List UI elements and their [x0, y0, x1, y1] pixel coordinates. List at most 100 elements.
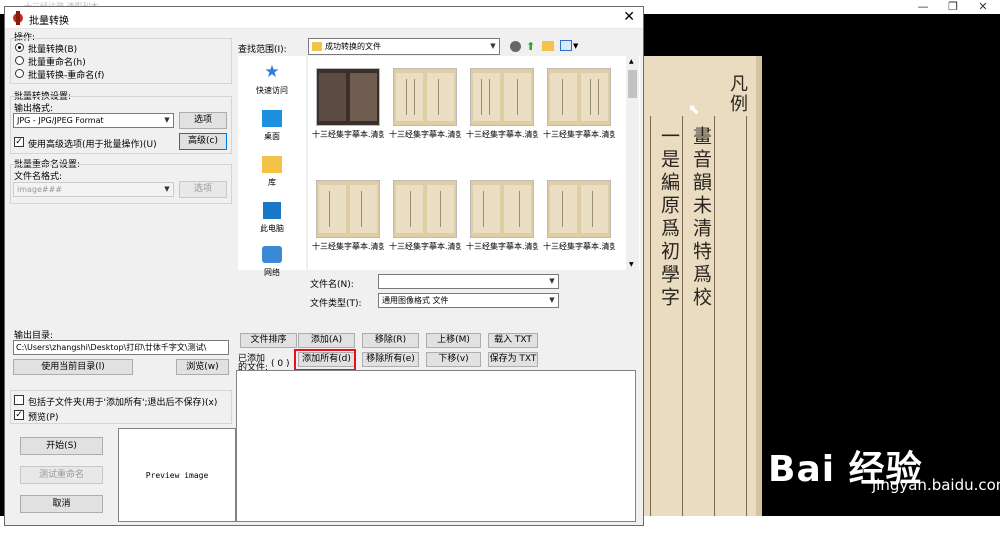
advanced-button[interactable]: 高级(c): [179, 133, 227, 150]
filename-pattern-select[interactable]: image### ▼: [13, 182, 174, 197]
dialog-titlebar[interactable]: 批量转换 ✕: [5, 7, 643, 29]
filename-input[interactable]: ▼: [378, 274, 559, 289]
radio-convert-rename-label[interactable]: 批量转换-重命名(f): [28, 68, 104, 81]
book-column-1: 一是編原爲初學字: [658, 126, 680, 310]
chevron-down-icon[interactable]: ▼: [573, 42, 578, 50]
watermark-url: jingyan.baidu.com: [872, 476, 1000, 494]
maximize-button[interactable]: ❐: [938, 0, 968, 13]
place-quick-access-label: 快速访问: [256, 86, 288, 95]
place-desktop[interactable]: 桌面: [238, 110, 306, 142]
new-folder-icon[interactable]: [542, 41, 554, 51]
load-txt-button[interactable]: 载入 TXT: [488, 333, 538, 348]
file-thumbnail[interactable]: 十三经集字摹本.清彭玉雯纂刊.万青...: [543, 180, 615, 252]
filename-pattern-label: 文件名格式:: [14, 172, 63, 182]
thumbnail-image: [316, 180, 380, 238]
rename-options-button[interactable]: 选项: [179, 181, 227, 198]
thumbnail-caption: 十三经集字摹本.清彭玉雯纂刊.万青...: [389, 130, 461, 139]
filename-label: 文件名(N):: [310, 280, 354, 290]
desktop-icon: [262, 110, 282, 127]
book-heading: 凡例: [727, 74, 748, 114]
advanced-options-label[interactable]: 使用高级选项(用于批量操作)(U): [28, 137, 157, 150]
radio-batch-rename[interactable]: [15, 56, 24, 65]
computer-icon: [263, 202, 281, 219]
thumbnail-image: [547, 68, 611, 126]
lookin-label: 查找范围(I):: [238, 45, 287, 55]
place-libraries-label: 库: [268, 178, 276, 187]
lookin-value: 成功转换的文件: [325, 42, 381, 51]
add-button[interactable]: 添加(A): [298, 333, 355, 348]
place-libraries[interactable]: 库: [238, 156, 306, 188]
format-options-button[interactable]: 选项: [179, 112, 227, 129]
up-folder-icon[interactable]: ⬆: [526, 40, 535, 53]
preview-checkbox[interactable]: ✓: [14, 410, 24, 420]
file-thumbnail-view: 十三经集字摹本.清彭玉雯纂刊.万青... 十三经集字摹本.清彭玉雯纂刊.万青..…: [308, 56, 640, 270]
library-icon: [262, 156, 282, 173]
view-menu-icon[interactable]: [560, 40, 572, 51]
thumbnail-caption: 十三经集字摹本.清彭玉雯纂刊.万青...: [312, 242, 384, 251]
added-files-count: ( 0 ): [271, 359, 290, 369]
include-subfolders-label[interactable]: 包括子文件夹(用于'添加所有';退出后不保存)(x): [28, 395, 217, 408]
test-rename-button[interactable]: 测试重命名: [20, 466, 103, 484]
cancel-button[interactable]: 取消: [20, 495, 103, 513]
move-up-button[interactable]: 上移(M): [426, 333, 481, 348]
use-current-dir-button[interactable]: 使用当前目录(l): [13, 359, 133, 375]
thumbnail-caption: 十三经集字摹本.清彭玉雯纂刊.万青...: [466, 130, 538, 139]
back-icon[interactable]: [510, 41, 521, 52]
highlight-annotation: [294, 349, 356, 371]
browse-button[interactable]: 浏览(w): [176, 359, 229, 375]
book-page-image: 凡例 一是編原爲初學字 畫音韻未清特爲校: [642, 56, 762, 516]
place-this-pc[interactable]: 此电脑: [238, 202, 306, 234]
thumbnail-image: [470, 180, 534, 238]
preview-checkbox-label[interactable]: 预览(P): [28, 410, 58, 423]
radio-batch-rename-label[interactable]: 批量重命名(h): [28, 55, 86, 68]
radio-convert-rename[interactable]: [15, 69, 24, 78]
scroll-up-icon[interactable]: ▲: [629, 58, 634, 65]
output-format-select[interactable]: JPG - JPG/JPEG Format ▼: [13, 113, 174, 128]
thumbnail-caption: 十三经集字摹本.清彭玉雯纂刊.万青...: [389, 242, 461, 251]
start-button[interactable]: 开始(S): [20, 437, 103, 455]
radio-batch-convert[interactable]: [15, 43, 24, 52]
output-format-value: JPG - JPG/JPEG Format: [17, 116, 104, 125]
move-down-button[interactable]: 下移(v): [426, 352, 481, 367]
thumbnail-scrollbar[interactable]: ▲ ▼: [626, 56, 639, 270]
dialog-close-button[interactable]: ✕: [623, 9, 635, 25]
include-subfolders-checkbox[interactable]: [14, 395, 24, 405]
folder-icon: [312, 42, 322, 51]
file-thumbnail[interactable]: 十三经集字摹本.清彭玉雯纂刊.万青...: [466, 68, 538, 140]
file-thumbnail[interactable]: 十三经集字摹本.清彭玉雯纂刊.万青...: [389, 180, 461, 252]
place-network[interactable]: 网络: [238, 246, 306, 278]
file-thumbnail[interactable]: 十三经集字摹本.清彭玉雯纂刊.万青...: [389, 68, 461, 140]
network-icon: [262, 246, 282, 263]
chevron-down-icon: ▼: [164, 185, 170, 193]
mouse-cursor-icon: ⬉: [688, 102, 700, 118]
file-thumbnail[interactable]: 十三经集字摹本.清彭玉雯纂刊.万青...: [312, 180, 384, 252]
filetype-value: 通用图像格式 文件: [382, 296, 449, 305]
places-bar: ★ 快速访问 桌面 库 此电脑 网络: [238, 56, 306, 277]
output-dir-input[interactable]: C:\Users\zhangshi\Desktop\打印\廿体千字文\测试\: [13, 340, 229, 355]
scrollbar-thumb[interactable]: [628, 70, 637, 98]
lookin-select[interactable]: 成功转换的文件 ▼: [308, 38, 500, 55]
close-window-button[interactable]: ✕: [968, 0, 998, 13]
sort-files-button[interactable]: 文件排序: [240, 333, 297, 348]
file-thumbnail[interactable]: 十三经集字摹本.清彭玉雯纂刊.万青...: [312, 68, 384, 140]
filetype-label: 文件类型(T):: [310, 299, 362, 309]
file-thumbnail[interactable]: 十三经集字摹本.清彭玉雯纂刊.万青...: [466, 180, 538, 252]
place-this-pc-label: 此电脑: [260, 224, 284, 233]
baidu-watermark: Bai 经验 jingyan.baidu.com: [768, 440, 1000, 494]
thumbnail-caption: 十三经集字摹本.清彭玉雯纂刊.万青...: [312, 130, 384, 139]
book-column-2: 畫音韻未清特爲校: [690, 126, 712, 310]
minimize-button[interactable]: —: [908, 0, 938, 13]
remove-button[interactable]: 移除(R): [362, 333, 419, 348]
place-quick-access[interactable]: ★ 快速访问: [238, 64, 306, 96]
file-thumbnail[interactable]: 十三经集字摹本.清彭玉雯纂刊.万青...: [543, 68, 615, 140]
remove-all-button[interactable]: 移除所有(e): [362, 352, 419, 367]
advanced-options-checkbox[interactable]: ✓: [14, 137, 24, 147]
radio-batch-convert-label[interactable]: 批量转换(B): [28, 42, 77, 55]
scroll-down-icon[interactable]: ▼: [629, 261, 634, 268]
chevron-down-icon: ▼: [490, 42, 496, 50]
preview-image-box: Preview image: [118, 428, 236, 522]
added-files-list[interactable]: [236, 370, 636, 522]
filetype-select[interactable]: 通用图像格式 文件 ▼: [378, 293, 559, 308]
star-icon: ★: [264, 62, 280, 82]
save-txt-button[interactable]: 保存为 TXT: [488, 352, 538, 367]
